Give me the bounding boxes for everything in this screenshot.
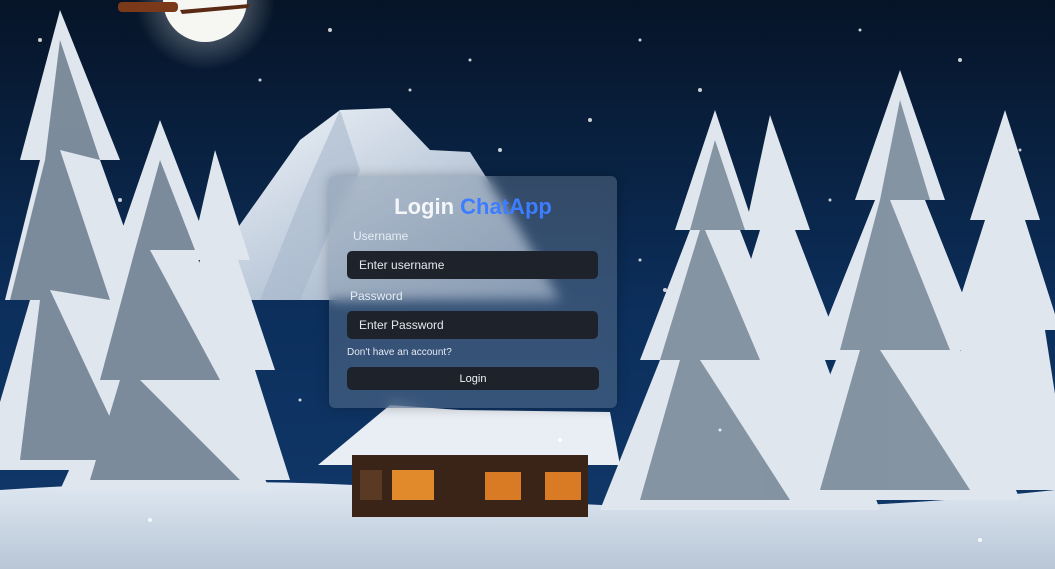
username-label: Username bbox=[353, 229, 409, 243]
login-button[interactable]: Login bbox=[347, 367, 599, 390]
login-title: Login ChatApp bbox=[329, 194, 617, 220]
login-title-word: Login bbox=[394, 194, 455, 219]
password-input[interactable] bbox=[347, 311, 598, 339]
brand-name: ChatApp bbox=[460, 194, 552, 219]
password-label: Password bbox=[350, 289, 403, 303]
signup-link[interactable]: Don't have an account? bbox=[347, 347, 452, 358]
login-card: Login ChatApp Username Password Don't ha… bbox=[329, 176, 617, 408]
username-input[interactable] bbox=[347, 251, 598, 279]
